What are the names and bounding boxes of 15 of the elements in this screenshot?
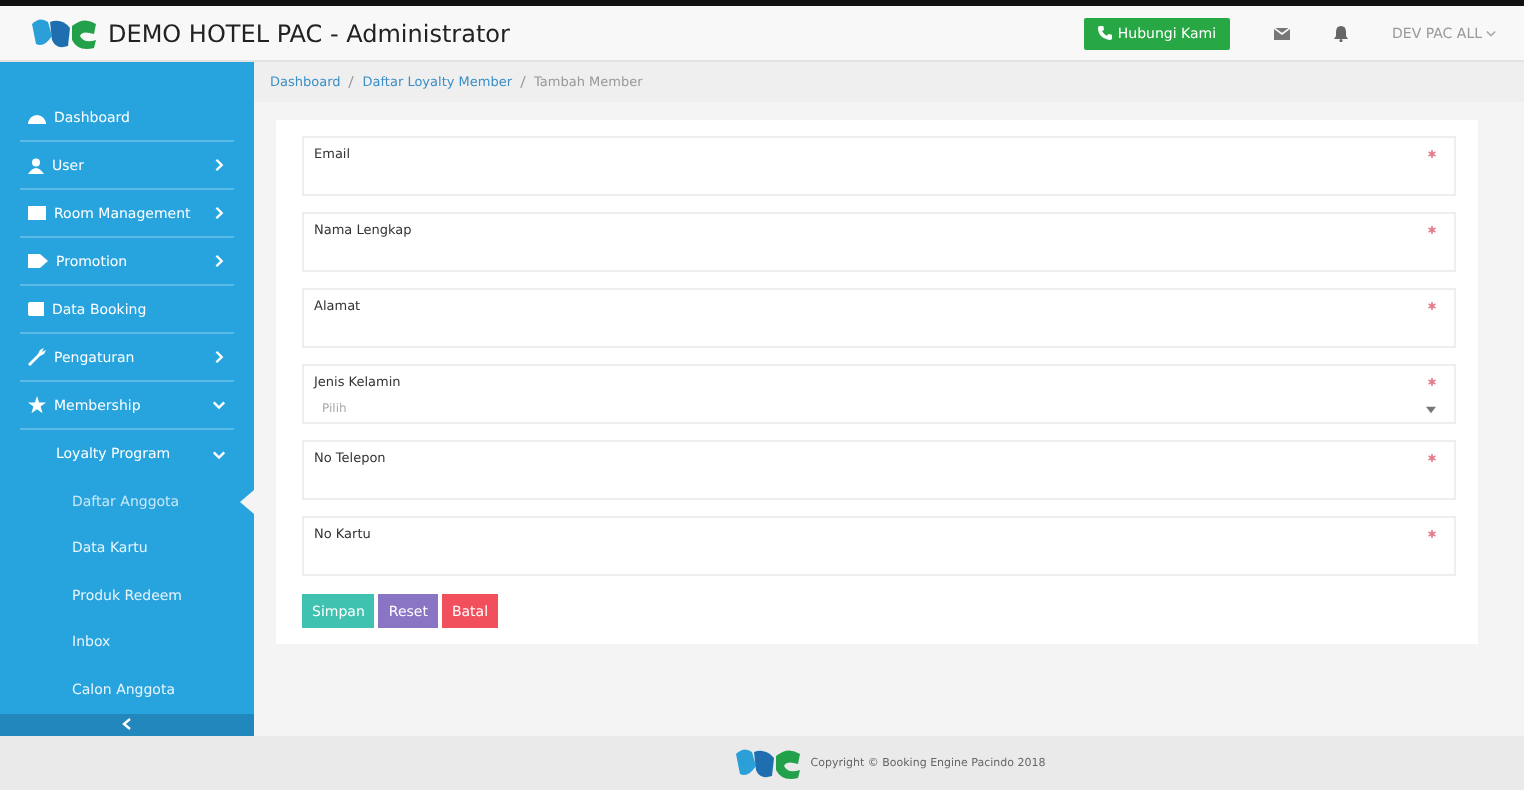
app-title: DEMO HOTEL PAC - Administrator [108,19,510,47]
slash-icon [520,76,527,88]
slash-icon [348,76,355,88]
wrench-icon [28,348,46,366]
logo-icon [28,15,100,51]
caret-icon [1486,29,1496,37]
star-icon [28,396,46,414]
tag-icon [28,254,48,268]
phone-icon [1097,26,1112,40]
logo-icon [732,745,805,781]
caret-icon [1426,405,1436,413]
mail-icon[interactable] [1274,27,1291,39]
user-icon [28,157,44,173]
chevron-left-icon [122,718,132,731]
bell-icon[interactable] [1334,25,1349,41]
